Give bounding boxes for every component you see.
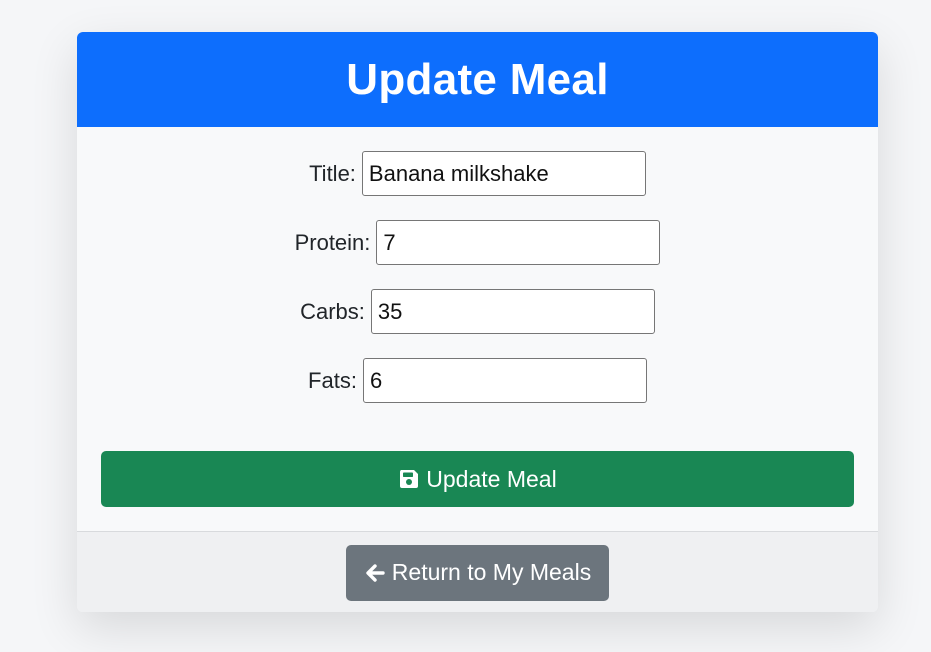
page-title: Update Meal bbox=[346, 54, 609, 104]
card-footer: Return to My Meals bbox=[77, 532, 878, 612]
title-label: Title: bbox=[309, 160, 356, 186]
meal-form: Title: Protein: Carbs: Fats: Update Mea bbox=[77, 127, 878, 532]
title-input[interactable] bbox=[361, 151, 646, 196]
update-meal-card: Update Meal Title: Protein: Carbs: Fats: bbox=[77, 32, 878, 612]
update-meal-button[interactable]: Update Meal bbox=[101, 451, 854, 507]
card-header: Update Meal bbox=[77, 32, 878, 127]
title-row: Title: bbox=[77, 151, 878, 196]
carbs-row: Carbs: bbox=[77, 289, 878, 334]
fats-row: Fats: bbox=[77, 358, 878, 403]
protein-input[interactable] bbox=[376, 220, 661, 265]
return-to-my-meals-button[interactable]: Return to My Meals bbox=[345, 544, 610, 601]
protein-label: Protein: bbox=[294, 229, 371, 255]
return-label: Return to My Meals bbox=[391, 559, 592, 585]
arrow-left-icon bbox=[364, 562, 386, 584]
fats-label: Fats: bbox=[308, 367, 357, 393]
save-icon bbox=[398, 468, 420, 490]
fats-input[interactable] bbox=[362, 358, 647, 403]
protein-row: Protein: bbox=[77, 220, 878, 265]
carbs-input[interactable] bbox=[370, 289, 655, 334]
carbs-label: Carbs: bbox=[300, 298, 365, 324]
update-meal-label: Update Meal bbox=[426, 465, 557, 492]
